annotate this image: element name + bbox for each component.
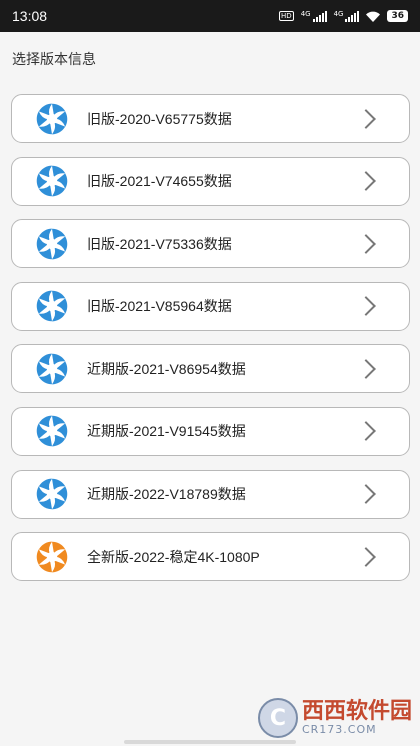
status-time: 13:08 <box>12 8 48 24</box>
sim1-network-label: 4G <box>300 9 311 18</box>
blue-swirl-icon <box>36 165 68 197</box>
chevron-right-icon <box>356 233 376 254</box>
sim2-network-label: 4G <box>333 9 344 18</box>
battery-icon: 36 <box>387 10 408 22</box>
blue-swirl-icon <box>36 290 68 322</box>
blue-swirl-icon <box>36 416 68 447</box>
version-label: 全新版-2022-稳定4K-1080P <box>87 548 260 565</box>
blue-swirl-icon <box>36 228 68 260</box>
version-item-2[interactable]: 旧版-2021-V74655数据 <box>11 156 410 206</box>
chevron-right-icon <box>356 546 376 567</box>
signal-sim2-icon: 4G <box>333 9 360 22</box>
version-label: 近期版-2022-V18789数据 <box>87 486 246 503</box>
version-item-8[interactable]: 全新版-2022-稳定4K-1080P <box>11 532 410 582</box>
version-item-5[interactable]: 近期版-2021-V86954数据 <box>11 344 410 394</box>
version-label: 近期版-2021-V86954数据 <box>87 360 246 377</box>
blue-swirl-icon <box>36 353 68 385</box>
version-label: 旧版-2021-V74655数据 <box>87 173 232 190</box>
wifi-icon <box>366 11 381 22</box>
chevron-right-icon <box>356 484 376 504</box>
version-label: 旧版-2020-V65775数据 <box>87 110 232 127</box>
version-item-7[interactable]: 近期版-2022-V18789数据 <box>11 469 410 519</box>
version-label: 近期版-2021-V91545数据 <box>87 423 246 440</box>
orange-swirl-icon <box>36 541 68 572</box>
home-indicator <box>124 740 296 744</box>
version-list: 旧版-2020-V65775数据 旧版-2021-V74655数据 旧版-202… <box>11 94 410 595</box>
version-item-1[interactable]: 旧版-2020-V65775数据 <box>11 94 410 143</box>
watermark-logo: C <box>257 698 298 738</box>
chevron-right-icon <box>356 358 376 379</box>
page-title: 选择版本信息 <box>12 51 96 67</box>
blue-swirl-icon <box>36 103 68 134</box>
watermark: C 西西软件园 CR173.COM <box>257 698 412 738</box>
watermark-subtext: CR173.COM <box>301 723 377 736</box>
chevron-right-icon <box>356 171 376 191</box>
status-bar: 13:08 HD 4G 4G 36 <box>0 0 420 32</box>
blue-swirl-icon <box>36 478 68 510</box>
hd-indicator: HD <box>279 11 294 21</box>
chevron-right-icon <box>356 421 376 442</box>
chevron-right-icon <box>356 296 376 317</box>
watermark-text: 西西软件园 <box>301 699 412 724</box>
status-icons: HD 4G 4G 36 <box>279 10 408 22</box>
chevron-right-icon <box>356 108 376 129</box>
version-item-6[interactable]: 近期版-2021-V91545数据 <box>11 406 410 456</box>
version-item-4[interactable]: 旧版-2021-V85964数据 <box>11 281 410 331</box>
version-label: 旧版-2021-V75336数据 <box>87 235 232 252</box>
signal-sim1-icon: 4G <box>300 9 327 22</box>
version-item-3[interactable]: 旧版-2021-V75336数据 <box>11 219 410 269</box>
version-label: 旧版-2021-V85964数据 <box>87 298 232 315</box>
